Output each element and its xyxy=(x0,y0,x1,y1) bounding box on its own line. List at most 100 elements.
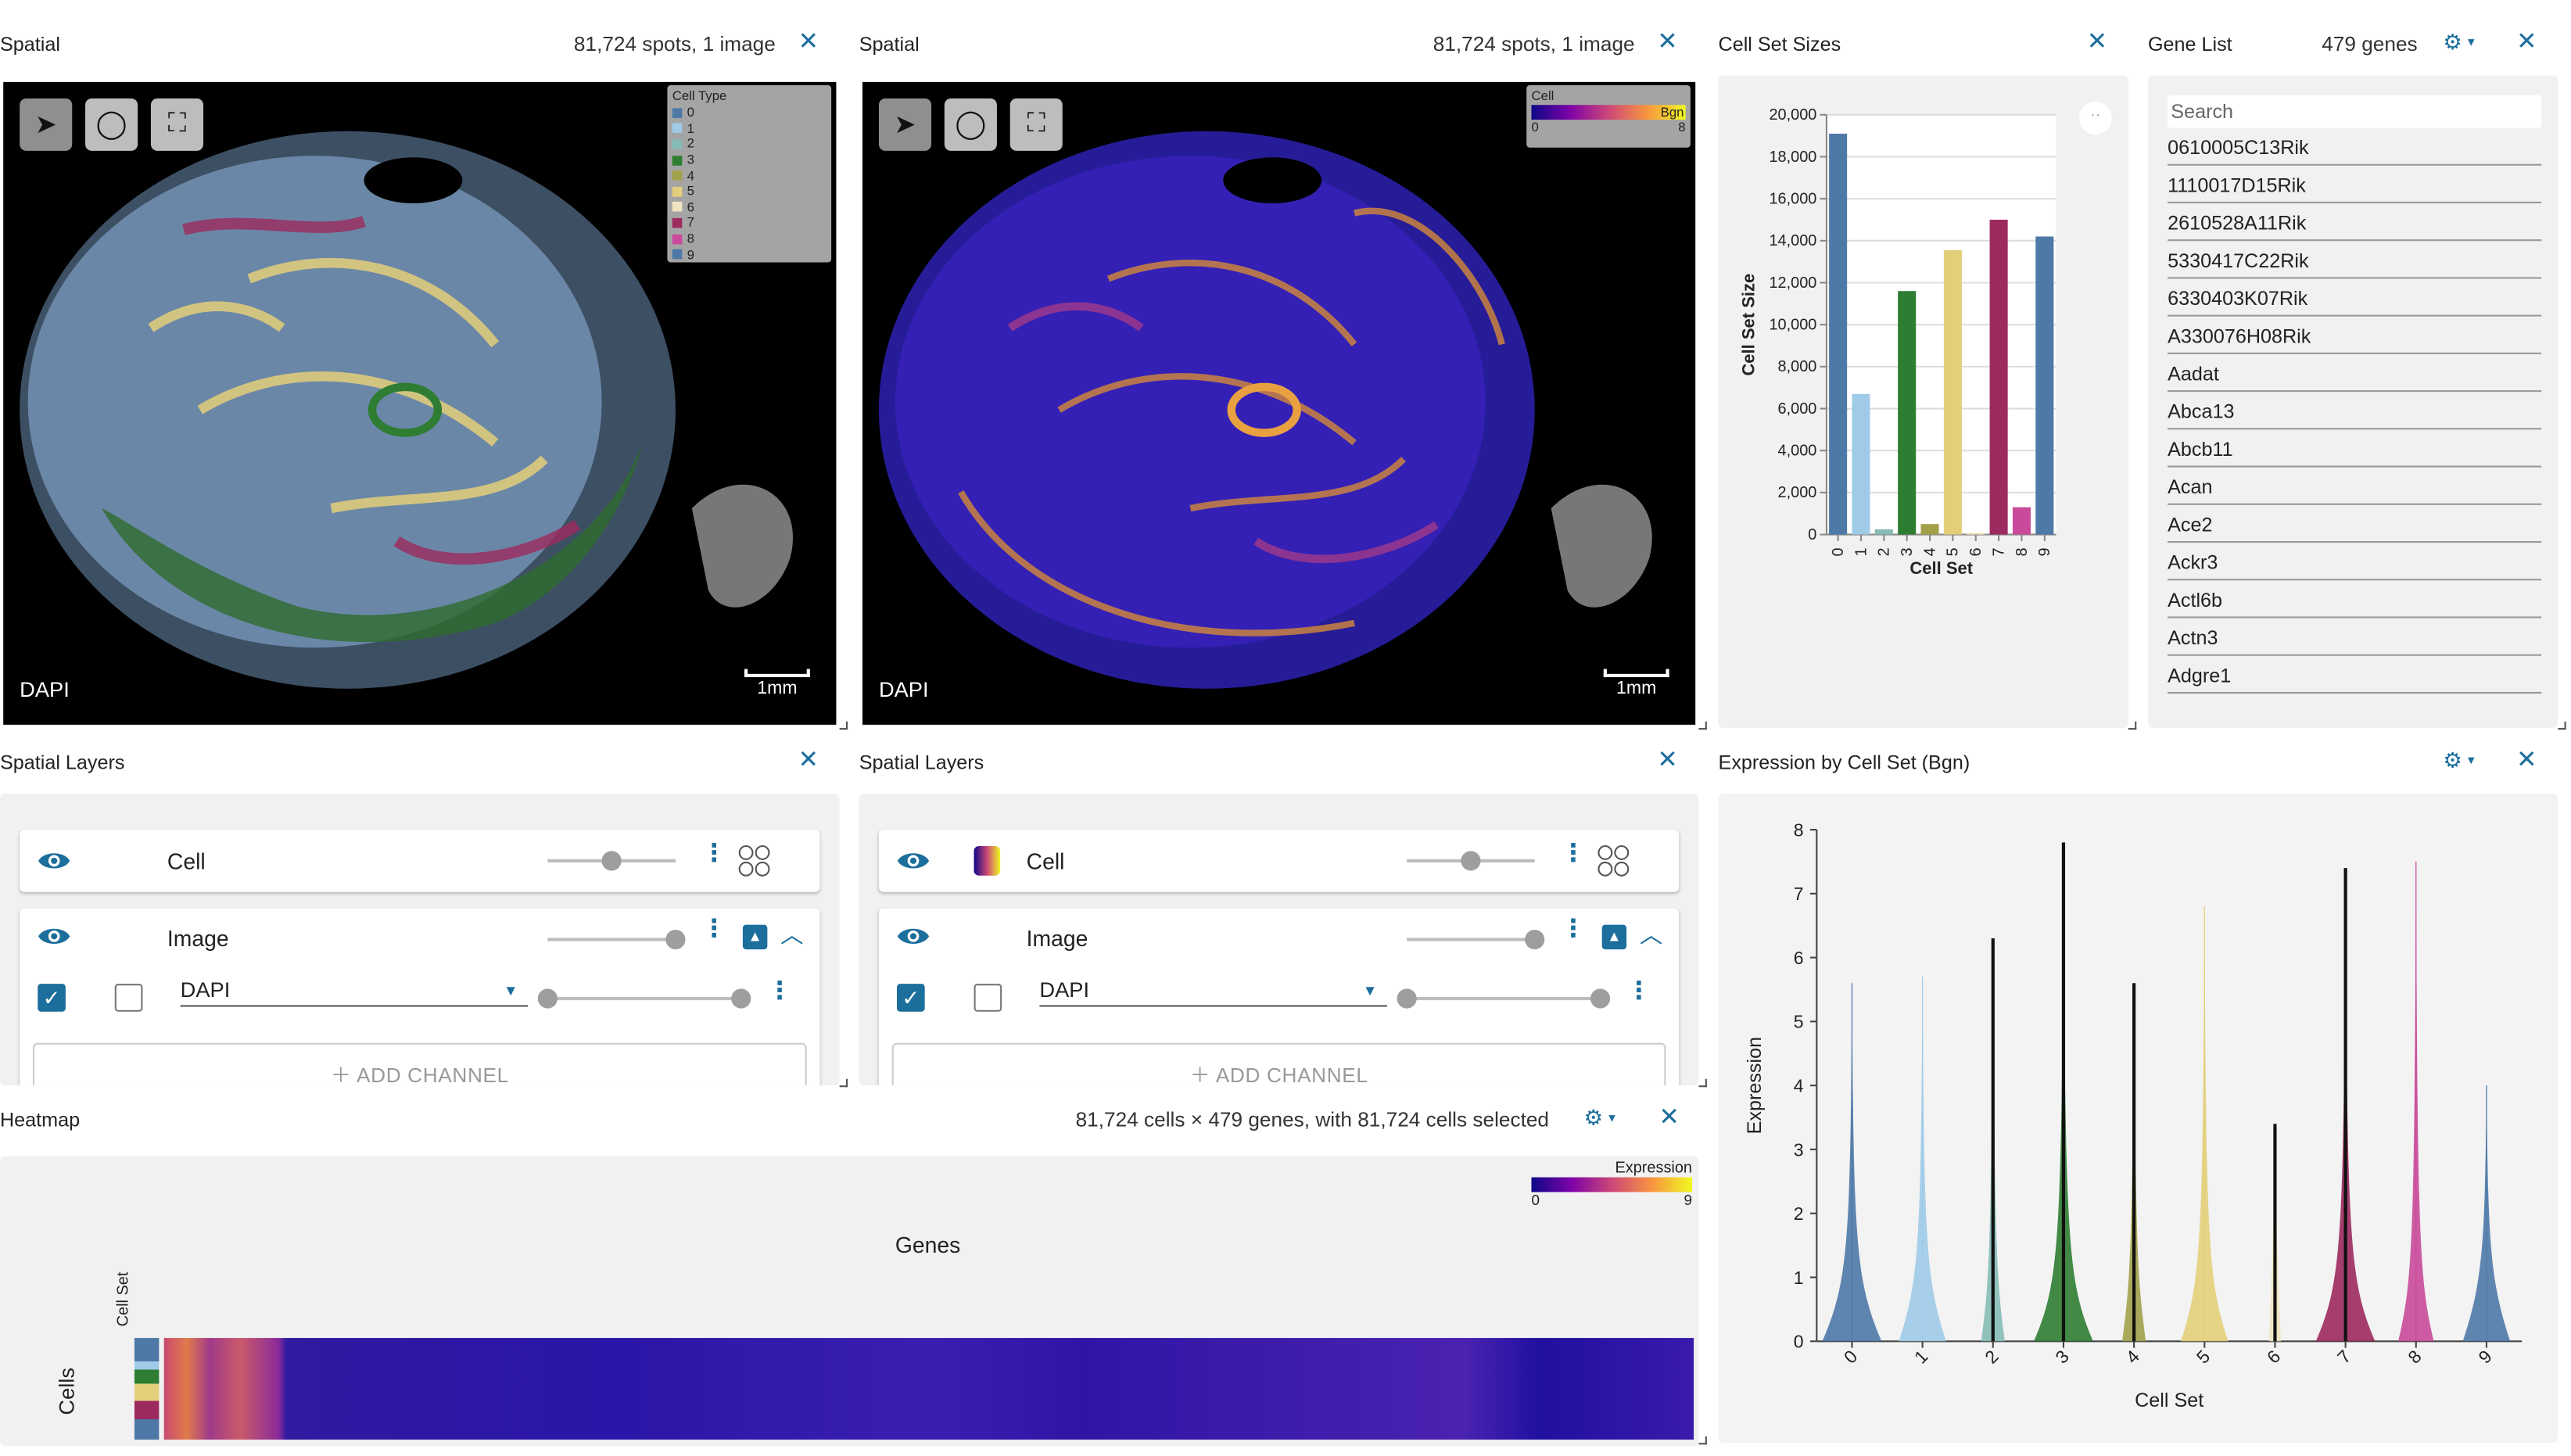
eye-icon[interactable] xyxy=(36,925,72,948)
gene-list-item[interactable]: 0610005C13Rik xyxy=(2168,128,2542,166)
circles-icon[interactable] xyxy=(1597,845,1630,877)
bar[interactable] xyxy=(1852,393,1870,535)
gene-list-item[interactable]: Actl6b xyxy=(2168,580,2542,619)
spatial-map[interactable]: ➤ ◯ ⛶ Cell Type 0123456789 DAPI 1mm xyxy=(3,81,837,725)
close-icon[interactable]: ✕ xyxy=(1656,30,1679,54)
add-channel-button[interactable]: ＋ ADD CHANNEL xyxy=(891,1042,1666,1086)
gene-list-item[interactable]: 2610528A11Rik xyxy=(2168,203,2542,242)
image-icon[interactable]: ▲ xyxy=(1601,924,1627,950)
y-tick-label: 12,000 xyxy=(1769,274,1816,292)
opacity-slider[interactable] xyxy=(1407,851,1535,871)
gene-list-item[interactable]: 1110017D15Rik xyxy=(2168,166,2542,204)
channel-options-icon[interactable]: ⋮ xyxy=(767,979,791,1003)
x-tick-label: 2 xyxy=(1876,547,1893,556)
more-options-icon[interactable]: ⋮ xyxy=(1561,841,1585,866)
settings-button[interactable]: ⚙ ▼ xyxy=(2443,30,2476,56)
spatial-map[interactable]: ➤ ◯ ⛶ Cell Bgn 0 8 DAPI 1mm xyxy=(862,81,1696,725)
more-options-icon[interactable]: ⋮ xyxy=(701,916,726,941)
pointer-tool-button[interactable]: ➤ xyxy=(878,98,932,151)
bar[interactable] xyxy=(1943,249,1962,535)
cellset-axis-label: Cell Set xyxy=(114,1271,133,1327)
bar[interactable] xyxy=(1898,291,1917,535)
close-icon[interactable]: ✕ xyxy=(1658,1105,1680,1129)
eye-icon[interactable] xyxy=(36,849,72,872)
resize-handle[interactable] xyxy=(1698,721,1707,730)
gene-list-item[interactable]: 5330417C22Rik xyxy=(2168,241,2542,279)
close-icon[interactable]: ✕ xyxy=(1656,748,1679,772)
gene-search-input[interactable]: Search xyxy=(2168,95,2542,128)
channel-range-slider[interactable] xyxy=(537,988,751,1009)
heatmap-legend: Expression 0 9 xyxy=(1531,1160,1693,1208)
colormap-swatch-icon[interactable] xyxy=(974,846,1001,876)
resize-handle[interactable] xyxy=(2558,721,2566,730)
channel-select-checkbox[interactable] xyxy=(974,984,1002,1012)
channel-visible-checkbox[interactable]: ✓ xyxy=(38,984,66,1012)
channel-visible-checkbox[interactable]: ✓ xyxy=(897,984,925,1012)
gene-list-item[interactable]: Abca13 xyxy=(2168,392,2542,430)
gene-list-item[interactable]: Actn3 xyxy=(2168,619,2542,656)
eye-icon[interactable] xyxy=(895,925,931,948)
panel-body: Expression 0 9 Genes Cell Set Cells xyxy=(0,1156,1699,1447)
bar[interactable] xyxy=(2035,236,2054,535)
x-tick-label: 4 xyxy=(1921,547,1938,556)
channel-select[interactable]: DAPI ▼ xyxy=(1039,977,1387,1007)
channel-range-slider[interactable] xyxy=(1397,988,1611,1009)
circles-icon[interactable] xyxy=(738,845,771,877)
violin-chart[interactable]: 0 1 2 3 4 5 6 7 8 0 1 2 3 4 5 6 7 8 9 Cell Set Expression xyxy=(1719,794,2558,1443)
resize-handle[interactable] xyxy=(839,1078,848,1088)
channel-options-icon[interactable]: ⋮ xyxy=(1626,979,1651,1003)
resize-handle[interactable] xyxy=(839,721,848,730)
lasso-tool-button[interactable]: ◯ xyxy=(85,98,138,151)
map-toolbar: ➤ ◯ ⛶ xyxy=(20,98,204,151)
chart-actions-button[interactable]: ·· xyxy=(2078,102,2112,134)
close-icon[interactable]: ✕ xyxy=(797,30,819,54)
bar[interactable] xyxy=(1874,529,1893,535)
layer-name: Cell xyxy=(1026,849,1065,874)
resize-handle[interactable] xyxy=(2128,721,2137,730)
gene-list-item[interactable]: Ackr3 xyxy=(2168,543,2542,581)
lasso-tool-button[interactable]: ◯ xyxy=(944,98,997,151)
more-options-icon[interactable]: ⋮ xyxy=(701,841,726,866)
settings-button[interactable]: ⚙ ▼ xyxy=(2443,748,2476,774)
x-axis-title: Cell Set xyxy=(2135,1390,2203,1411)
lasso-icon: ◯ xyxy=(95,108,127,140)
opacity-slider[interactable] xyxy=(547,929,686,950)
more-options-icon[interactable]: ⋮ xyxy=(1561,916,1585,941)
recenter-tool-button[interactable]: ⛶ xyxy=(150,98,204,151)
gene-list-item[interactable]: 6330403K07Rik xyxy=(2168,278,2542,317)
gene-list-item[interactable]: Abcb11 xyxy=(2168,429,2542,468)
chevron-up-icon[interactable]: ︿ xyxy=(1640,918,1662,951)
bar[interactable] xyxy=(1829,133,1848,535)
channel-select-checkbox[interactable] xyxy=(114,984,143,1012)
channel-select[interactable]: DAPI ▼ xyxy=(180,977,529,1007)
image-icon[interactable]: ▲ xyxy=(742,924,768,950)
close-icon[interactable]: ✕ xyxy=(2515,30,2538,54)
chevron-up-icon[interactable]: ︿ xyxy=(780,918,803,951)
eye-icon[interactable] xyxy=(895,849,931,872)
gene-list-item[interactable]: Ace2 xyxy=(2168,505,2542,543)
close-icon[interactable]: ✕ xyxy=(797,748,819,772)
dropdown-arrow-icon: ▼ xyxy=(503,982,518,999)
opacity-slider[interactable] xyxy=(1407,929,1545,950)
resize-handle[interactable] xyxy=(1698,1436,1707,1445)
gradient-bar: Bgn xyxy=(1531,105,1686,120)
gene-list-item[interactable]: A330076H08Rik xyxy=(2168,317,2542,354)
bar[interactable] xyxy=(2012,507,2031,535)
gene-list-item[interactable]: Adgre1 xyxy=(2168,656,2542,694)
gene-list-item[interactable]: Aadat xyxy=(2168,354,2542,393)
opacity-slider[interactable] xyxy=(547,851,676,871)
close-icon[interactable]: ✕ xyxy=(2085,30,2108,54)
close-icon[interactable]: ✕ xyxy=(2515,748,2538,772)
recenter-tool-button[interactable]: ⛶ xyxy=(1009,98,1063,151)
pointer-tool-button[interactable]: ➤ xyxy=(20,98,73,151)
bar[interactable] xyxy=(1989,219,2008,535)
add-channel-button[interactable]: ＋ ADD CHANNEL xyxy=(32,1042,807,1086)
legend-max: 8 xyxy=(1678,120,1686,134)
bar[interactable] xyxy=(1920,524,1939,535)
gene-list-item[interactable]: Acan xyxy=(2168,468,2542,505)
resize-handle[interactable] xyxy=(1698,1078,1707,1088)
settings-button[interactable]: ⚙ ▼ xyxy=(1584,1105,1618,1131)
bar[interactable] xyxy=(1967,533,1985,535)
cell-set-size-chart[interactable]: 0 2,000 4,000 6,000 8,000 10,000 12,000 14,000 1… xyxy=(1719,75,2125,724)
heatmap-canvas[interactable] xyxy=(163,1338,1694,1440)
